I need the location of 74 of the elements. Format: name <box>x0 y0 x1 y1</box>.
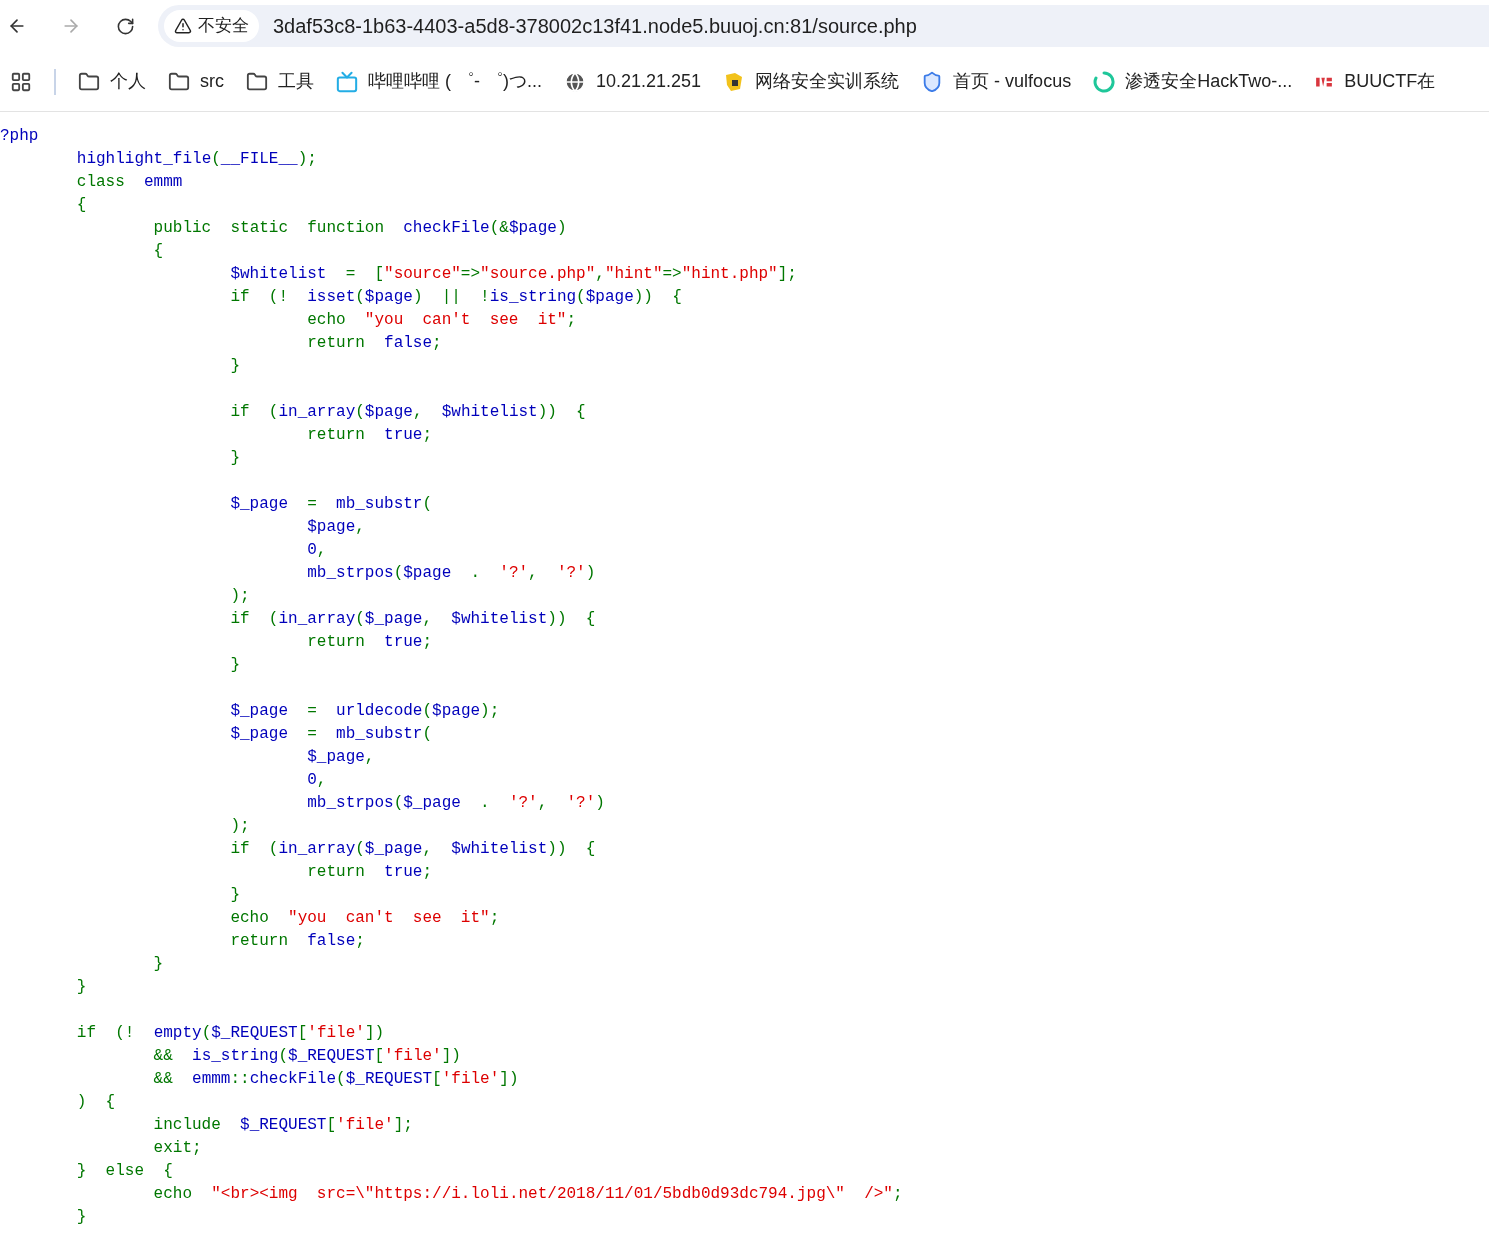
code-line: echo "<br><img src=\"https://i.loli.net/2018/11/01/5bdb0d93dc794.jpg\" />"; <box>152 1184 903 1205</box>
bookmark-item[interactable]: 工具 <box>246 68 314 95</box>
code-line: ?php <box>0 126 39 147</box>
code-line: mb_strpos($page . '?', '?') <box>306 563 596 584</box>
security-label: 不安全 <box>198 15 249 38</box>
bookmark-item[interactable]: 10.21.21.251 <box>564 68 702 95</box>
code-line: class emmm <box>75 172 183 193</box>
code-line: } <box>75 977 87 998</box>
code-line: public static function checkFile(&$page) <box>152 218 567 239</box>
bookmark-label: 首页 - vulfocus <box>953 70 1072 93</box>
code-line: ) { <box>75 1092 116 1113</box>
bookmark-label: 网络安全实训系统 <box>755 70 900 93</box>
code-line: if (in_array($page, $whitelist)) { <box>229 402 586 423</box>
code-line: { <box>75 195 87 216</box>
code-line: exit; <box>152 1138 202 1159</box>
bookmark-item[interactable]: 首页 - vulfocus <box>921 68 1072 95</box>
bookmark-item[interactable]: 哔哩哔哩 ( ゜- ゜)つ... <box>336 68 542 95</box>
code-line: $whitelist = ["source"=>"source.php","hint"=>"hint.php"]; <box>229 264 797 285</box>
folder-icon <box>78 70 100 93</box>
code-line: } <box>152 954 164 975</box>
code-line: echo "you can't see it"; <box>306 310 577 331</box>
bookmark-item[interactable]: 个人 <box>78 68 146 95</box>
address-bar[interactable]: 不安全 3daf53c8-1b63-4403-a5d8-378002c13f41.node5.buuoj.cn:81/source.php <box>158 5 1489 47</box>
code-line: ); <box>229 816 250 837</box>
code-line: return false; <box>229 931 365 952</box>
code-line: if (in_array($_page, $whitelist)) { <box>229 839 596 860</box>
code-line: echo "you can't see it"; <box>229 908 500 929</box>
code-line: return true; <box>306 632 433 653</box>
bookmark-label: 个人 <box>110 70 146 93</box>
apps-icon[interactable] <box>10 70 32 93</box>
code-line: ); <box>229 586 250 607</box>
code-line: } <box>229 885 241 906</box>
bookmark-label: BUUCTF在 <box>1344 70 1436 93</box>
folder-icon <box>246 70 268 93</box>
code-line: $page, <box>306 517 365 538</box>
code-line: if (in_array($_page, $whitelist)) { <box>229 609 596 630</box>
bookmark-label: 渗透安全HackTwo-... <box>1125 70 1293 93</box>
bookmark-item[interactable]: 渗透安全HackTwo-... <box>1093 68 1293 95</box>
code-line: && emmm::checkFile($_REQUEST['file']) <box>152 1069 519 1090</box>
code-line: 0, <box>306 540 327 561</box>
tv-icon <box>336 70 358 93</box>
bookmark-label: 工具 <box>278 70 314 93</box>
bookmark-item[interactable]: 网络安全实训系统 <box>723 68 900 95</box>
code-line: return false; <box>306 333 442 354</box>
code-line: return true; <box>306 862 433 883</box>
ring-icon <box>1093 70 1116 93</box>
code-line: } <box>75 1207 87 1228</box>
bookmark-label: 哔哩哔哩 ( ゜- ゜)つ... <box>368 70 542 93</box>
code-line: mb_strpos($_page . '?', '?') <box>306 793 605 814</box>
bookmark-label: 10.21.21.251 <box>596 70 702 93</box>
bookmark-item[interactable]: src <box>168 68 224 95</box>
code-line: } <box>229 655 241 676</box>
code-line: if (! empty($_REQUEST['file']) <box>75 1023 385 1044</box>
code-line: highlight_file(__FILE__); <box>75 149 317 170</box>
security-chip[interactable]: 不安全 <box>164 10 259 42</box>
code-line: if (! isset($page) || !is_string($page)) { <box>229 287 682 308</box>
bookmark-item[interactable]: BUUCTF在 <box>1314 68 1436 95</box>
code-line: $_page = mb_substr( <box>229 724 433 745</box>
code-line: { <box>152 241 164 262</box>
code-line: $_page = urldecode($page); <box>229 701 500 722</box>
code-line: $_page, <box>306 747 375 768</box>
bookmark-label: src <box>200 70 224 93</box>
folder-icon <box>168 70 190 93</box>
code-line: 0, <box>306 770 327 791</box>
code-line: } else { <box>75 1161 173 1182</box>
warning-icon <box>174 17 192 35</box>
code-line: } <box>229 356 241 377</box>
code-line: $_page = mb_substr( <box>229 494 433 515</box>
globe-icon <box>564 70 586 93</box>
code-line: return true; <box>306 425 433 446</box>
url-text: 3daf53c8-1b63-4403-a5d8-378002c13f41.node5.buuoj.cn:81/source.php <box>273 14 917 39</box>
code-line: && is_string($_REQUEST['file']) <box>152 1046 461 1067</box>
code-line: include $_REQUEST['file']; <box>152 1115 413 1136</box>
code-line: } <box>229 448 241 469</box>
